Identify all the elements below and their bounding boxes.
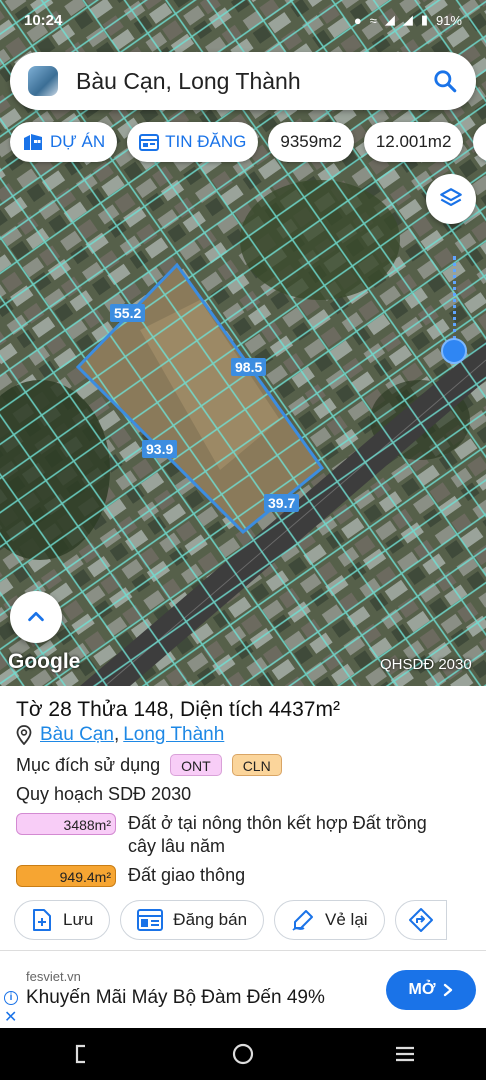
chip-label: 9359m2 xyxy=(280,132,342,151)
purpose-tag-cln: CLN xyxy=(231,754,282,776)
chip-area-1[interactable]: 9359m2 xyxy=(268,122,354,162)
location-status-icon: ● xyxy=(353,12,362,28)
save-label: Lưu xyxy=(63,910,94,929)
map-view[interactable]: 10:24 ● ≈ ◢ ◢ ▮ 91% Bàu Cạn, Long Thành … xyxy=(0,0,486,686)
post-sale-button[interactable]: Đăng bán xyxy=(120,900,265,940)
search-bar[interactable]: Bàu Cạn, Long Thành xyxy=(10,52,476,110)
ad-banner[interactable]: fesviet.vn i Khuyến Mãi Máy Bộ Đàm Đến 4… xyxy=(0,950,486,1028)
add-doc-icon xyxy=(33,909,51,931)
search-icon[interactable] xyxy=(432,68,458,94)
chip-label: 12.001m2 xyxy=(375,132,452,151)
directions-icon xyxy=(408,908,433,932)
expand-up-button[interactable] xyxy=(10,591,62,643)
plan-description: Đất giao thông xyxy=(128,865,246,885)
dimension-label: 39.7 xyxy=(264,494,300,512)
ad-info-icon[interactable]: i xyxy=(4,991,18,1005)
plan-title: Quy hoạch SDĐ 2030 xyxy=(16,784,192,804)
app-logo-icon xyxy=(28,66,58,96)
purpose-row: Mục đích sử dụng ONT CLN xyxy=(16,754,282,776)
listing-board-icon xyxy=(137,909,164,931)
listing-icon xyxy=(139,134,160,151)
location-pin-icon xyxy=(16,725,32,745)
status-icons: ● ≈ ◢ ◢ ▮ 91% xyxy=(354,12,462,28)
chip-area-3[interactable]: 1 xyxy=(473,122,486,162)
action-buttons: Lưu Đăng bán Vẻ lại xyxy=(14,900,447,940)
address-separator: , xyxy=(113,724,120,745)
recents-icon xyxy=(396,1046,414,1062)
dimension-label: 55.2 xyxy=(110,304,146,322)
post-sale-label: Đăng bán xyxy=(173,910,248,929)
dimension-label: 98.5 xyxy=(231,358,267,376)
save-button[interactable]: Lưu xyxy=(14,900,111,940)
plan-area-badge: 949.4m² xyxy=(16,865,116,887)
battery-icon: ▮ xyxy=(420,12,428,27)
plan-item: 949.4m² Đất giao thông xyxy=(16,864,458,887)
wifi-icon: ≈ xyxy=(369,12,377,28)
chip-label: DỰ ÁN xyxy=(50,132,106,151)
location-trail xyxy=(453,256,456,340)
purpose-label: Mục đích sử dụng xyxy=(16,754,161,775)
system-nav-bar xyxy=(0,1028,486,1080)
chip-label: TIN ĐĂNG xyxy=(165,132,247,151)
ad-domain: fesviet.vn xyxy=(26,969,81,984)
parcel-info-panel: Tờ 28 Thửa 148, Diện tích 4437m² Bàu Cạn… xyxy=(0,686,486,950)
plan-area-badge: 3488m² xyxy=(16,813,116,835)
draw-icon xyxy=(292,910,314,931)
address-row: Bàu Cạn , Long Thành xyxy=(16,724,224,746)
plan-item: 3488m² Đất ở tại nông thôn kết hợp Đất t… xyxy=(16,812,458,858)
purpose-tag-ont: ONT xyxy=(170,754,222,776)
project-icon xyxy=(24,134,42,150)
current-location-icon xyxy=(441,338,467,364)
parcel-title: Tờ 28 Thửa 148, Diện tích 4437m² xyxy=(16,698,340,721)
plan-description: Đất ở tại nông thôn kết hợp Đất trồng câ… xyxy=(128,813,427,856)
filter-chips: DỰ ÁN TIN ĐĂNG 9359m2 12.001m2 1 xyxy=(10,122,486,162)
layers-button[interactable] xyxy=(426,174,476,224)
ad-open-button[interactable]: MỞ xyxy=(386,970,476,1010)
redraw-button[interactable]: Vẻ lại xyxy=(274,900,385,940)
back-icon xyxy=(75,1044,85,1064)
ad-close-icon[interactable]: ✕ xyxy=(4,1007,17,1027)
home-icon xyxy=(232,1043,254,1065)
ad-cta-label: MỞ xyxy=(408,981,436,998)
search-input[interactable]: Bàu Cạn, Long Thành xyxy=(76,68,432,95)
commune-link[interactable]: Bàu Cạn xyxy=(40,724,114,746)
signal-icon-2: ◢ xyxy=(402,12,413,27)
chip-du-an[interactable]: DỰ ÁN xyxy=(10,122,118,162)
google-logo: Google xyxy=(8,650,81,673)
back-button[interactable] xyxy=(51,1034,111,1074)
battery-percent: 91% xyxy=(435,12,462,28)
layers-icon xyxy=(440,188,462,207)
chip-area-2[interactable]: 12.001m2 xyxy=(363,122,464,162)
chevron-up-icon xyxy=(28,611,44,622)
signal-icon: ◢ xyxy=(384,12,395,27)
chevron-right-icon xyxy=(444,983,453,997)
recents-button[interactable] xyxy=(375,1034,435,1074)
dimension-label: 93.9 xyxy=(142,440,178,458)
redraw-label: Vẻ lại xyxy=(325,910,368,929)
status-bar: 10:24 ● ≈ ◢ ◢ ▮ 91% xyxy=(0,0,486,40)
home-button[interactable] xyxy=(213,1034,273,1074)
ad-headline[interactable]: Khuyến Mãi Máy Bộ Đàm Đến 49% xyxy=(26,987,325,1009)
chip-tin-dang[interactable]: TIN ĐĂNG xyxy=(127,122,259,162)
directions-button[interactable] xyxy=(394,900,447,940)
overlay-label: QHSDĐ 2030 xyxy=(380,656,472,673)
district-link[interactable]: Long Thành xyxy=(123,724,224,746)
status-time: 10:24 xyxy=(24,11,63,29)
